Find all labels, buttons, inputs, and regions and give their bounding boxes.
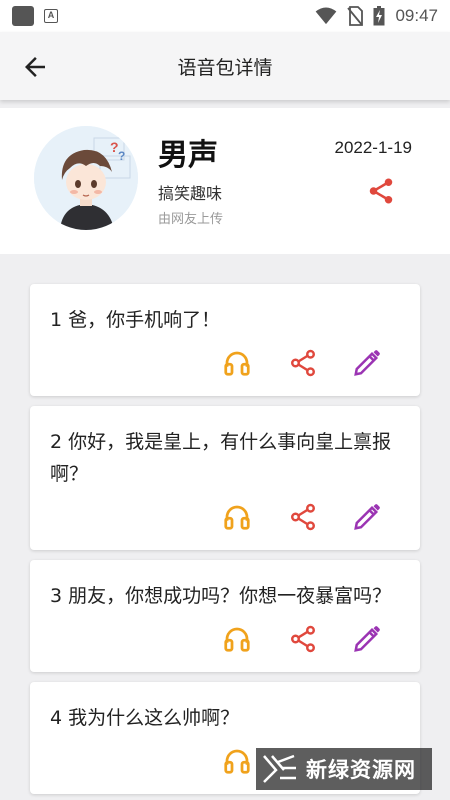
headphones-icon[interactable] (222, 746, 252, 776)
toolbar: 语音包详情 (0, 32, 450, 100)
status-bar: A 09:47 (0, 0, 450, 32)
pack-category: 搞笑趣味 (158, 184, 223, 203)
headphones-icon[interactable] (222, 348, 252, 378)
clip-text: 2 你好，我是皇上，有什么事向皇上禀报啊？ (50, 431, 392, 485)
list-item: 1 爸，你手机响了！ (30, 284, 420, 396)
page-title: 语音包详情 (177, 56, 273, 79)
pencil-icon[interactable] (352, 502, 382, 532)
clip-text: 1 爸，你手机响了！ (50, 309, 221, 331)
pencil-icon[interactable] (352, 348, 382, 378)
headphones-icon[interactable] (222, 502, 252, 532)
watermark-text: 新绿资源网 (306, 758, 416, 782)
no-sim-icon (347, 6, 364, 26)
avatar: ? ? (34, 126, 138, 230)
list-item: 3 朋友，你想成功吗？你想一夜暴富吗？ (30, 560, 420, 672)
svg-text:?: ? (118, 149, 125, 163)
pack-date: 2022-1-19 (334, 138, 412, 157)
pencil-icon[interactable] (352, 624, 382, 654)
pack-uploader: 由网友上传 (158, 212, 224, 227)
clip-text: 4 我为什么这么帅啊？ (50, 707, 240, 729)
wifi-icon (316, 7, 337, 25)
list-item: 2 你好，我是皇上，有什么事向皇上禀报啊？ (30, 406, 420, 550)
share-icon[interactable] (288, 348, 318, 378)
a-notification-icon: A (44, 9, 58, 23)
battery-charging-icon (373, 6, 385, 26)
status-time: 09:47 (395, 6, 438, 25)
clip-text: 3 朋友，你想成功吗？你想一夜暴富吗？ (50, 585, 392, 607)
pack-name: 男声 (158, 138, 218, 173)
share-icon[interactable] (366, 176, 396, 206)
arrow-left-icon[interactable] (20, 52, 50, 82)
pack-header: ? ? 男声 搞笑趣味 由网友上传 2022-1-19 (0, 108, 450, 254)
app-square-icon (12, 6, 34, 26)
share-icon[interactable] (288, 624, 318, 654)
watermark-logo-icon (263, 754, 296, 783)
watermark: 新绿资源网 (256, 748, 432, 790)
clip-list: 1 爸，你手机响了！ 2 你好，我是皇上，有什么事向皇上禀报啊？ 3 朋友，你想… (30, 284, 420, 800)
share-icon[interactable] (288, 502, 318, 532)
headphones-icon[interactable] (222, 624, 252, 654)
